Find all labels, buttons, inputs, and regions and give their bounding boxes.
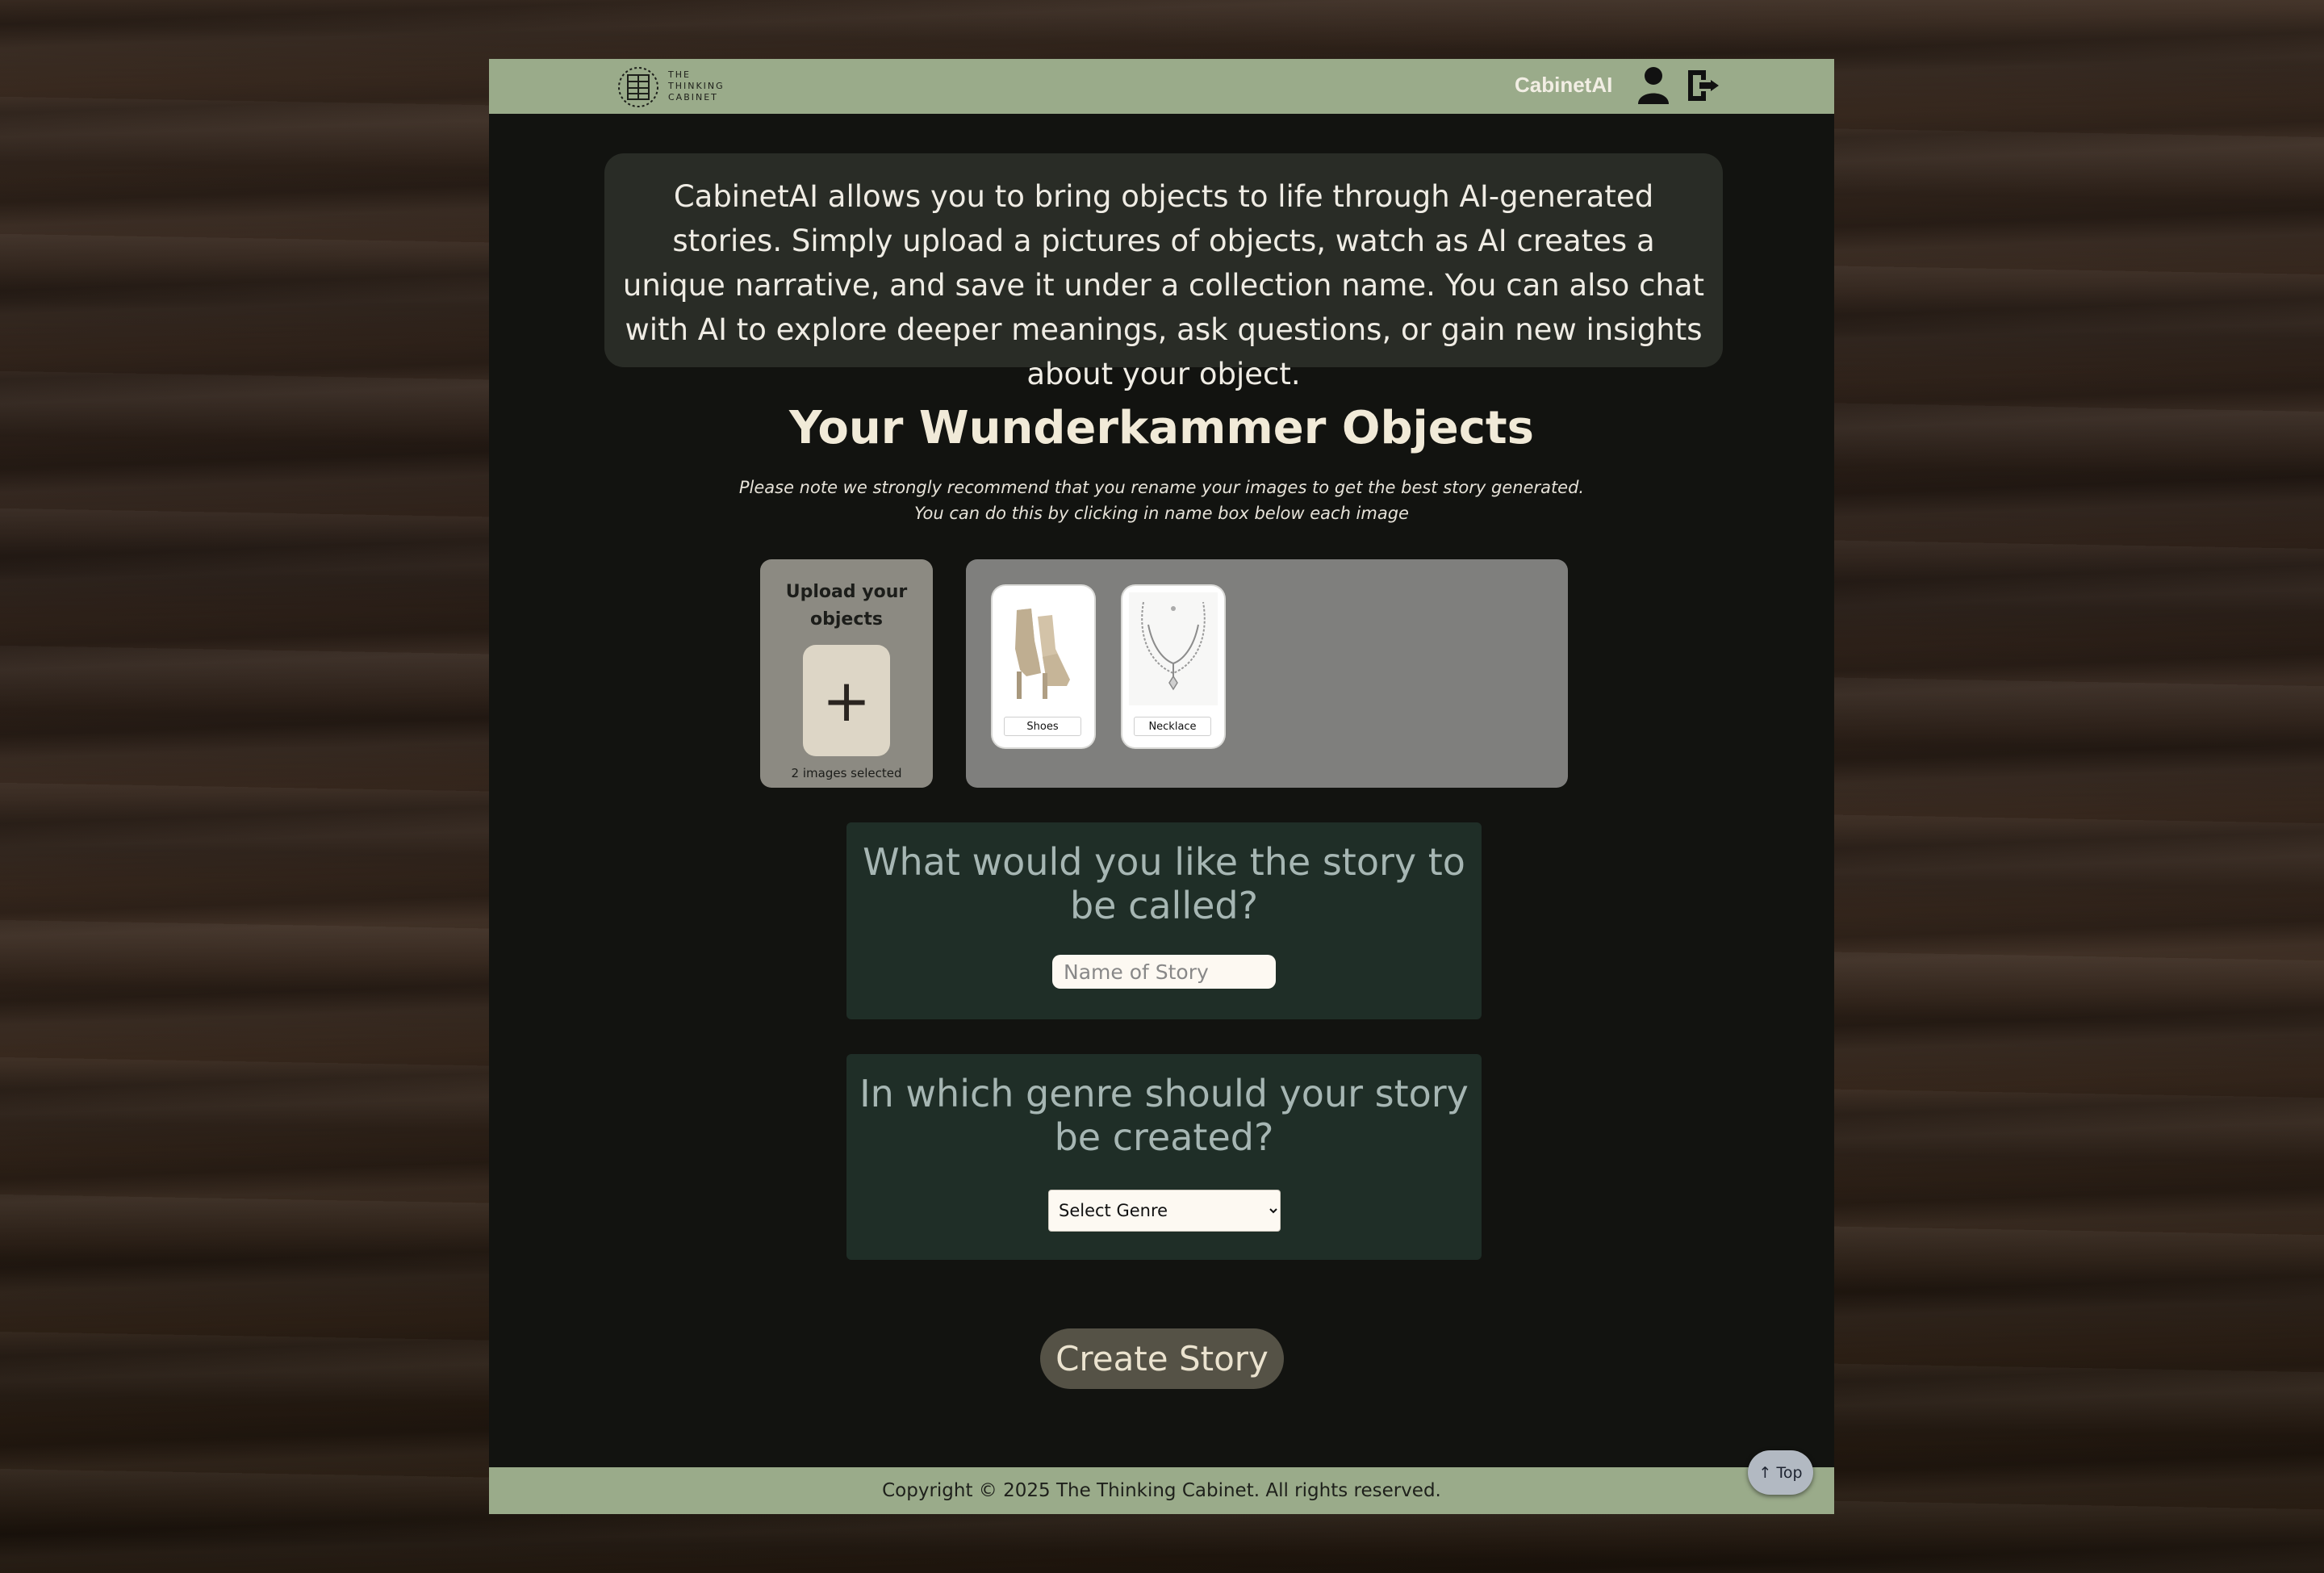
upload-count: 2 images selected [791, 766, 902, 780]
upload-button[interactable]: + [803, 645, 890, 756]
footer: Copyright © 2025 The Thinking Cabinet. A… [489, 1467, 1834, 1514]
story-name-input[interactable] [1052, 955, 1276, 989]
cabinet-logo-icon [618, 67, 658, 107]
copyright-text: Copyright © 2025 The Thinking Cabinet. A… [882, 1480, 1441, 1501]
object-name-input[interactable] [1134, 717, 1211, 736]
object-card[interactable] [1122, 586, 1224, 747]
genre-select[interactable]: Select Genre [1048, 1190, 1281, 1232]
genre-section: In which genre should your story be crea… [846, 1054, 1482, 1260]
thinking-cabinet-logo[interactable]: THE THINKING CABINET [614, 63, 735, 110]
genre-question: In which genre should your story be crea… [859, 1072, 1469, 1159]
back-to-top-button[interactable]: ↑ Top [1748, 1450, 1813, 1495]
story-name-question: What would you like the story to be call… [863, 840, 1465, 927]
rename-note-line1: Please note we strongly recommend that y… [738, 478, 1585, 497]
user-icon[interactable] [1636, 65, 1671, 106]
story-name-section: What would you like the story to be call… [846, 822, 1482, 1019]
intro-text: CabinetAI allows you to bring objects to… [604, 153, 1723, 391]
object-name-input[interactable] [1004, 717, 1081, 736]
page-container: THE THINKING CABINET CabinetAI CabinetAI… [489, 59, 1834, 1514]
page-title: Your Wunderkammer Objects [788, 402, 1535, 454]
top-bar: THE THINKING CABINET CabinetAI [489, 59, 1834, 114]
rename-note: Please note we strongly recommend that y… [489, 475, 1834, 526]
necklace-image [1129, 592, 1218, 705]
rename-note-line2: You can do this by clicking in name box … [914, 504, 1409, 523]
logo-text: THE THINKING CABINET [668, 69, 725, 102]
object-card[interactable] [993, 586, 1094, 747]
upload-panel: Upload your objects + 2 images selected [760, 559, 933, 788]
create-story-button[interactable]: Create Story [1040, 1328, 1284, 1389]
brand-name[interactable]: CabinetAI [1515, 73, 1612, 98]
logout-icon[interactable] [1685, 65, 1720, 106]
ankle-boots-image [999, 592, 1088, 705]
object-gallery [966, 559, 1568, 788]
upload-title: Upload your objects [785, 582, 908, 630]
